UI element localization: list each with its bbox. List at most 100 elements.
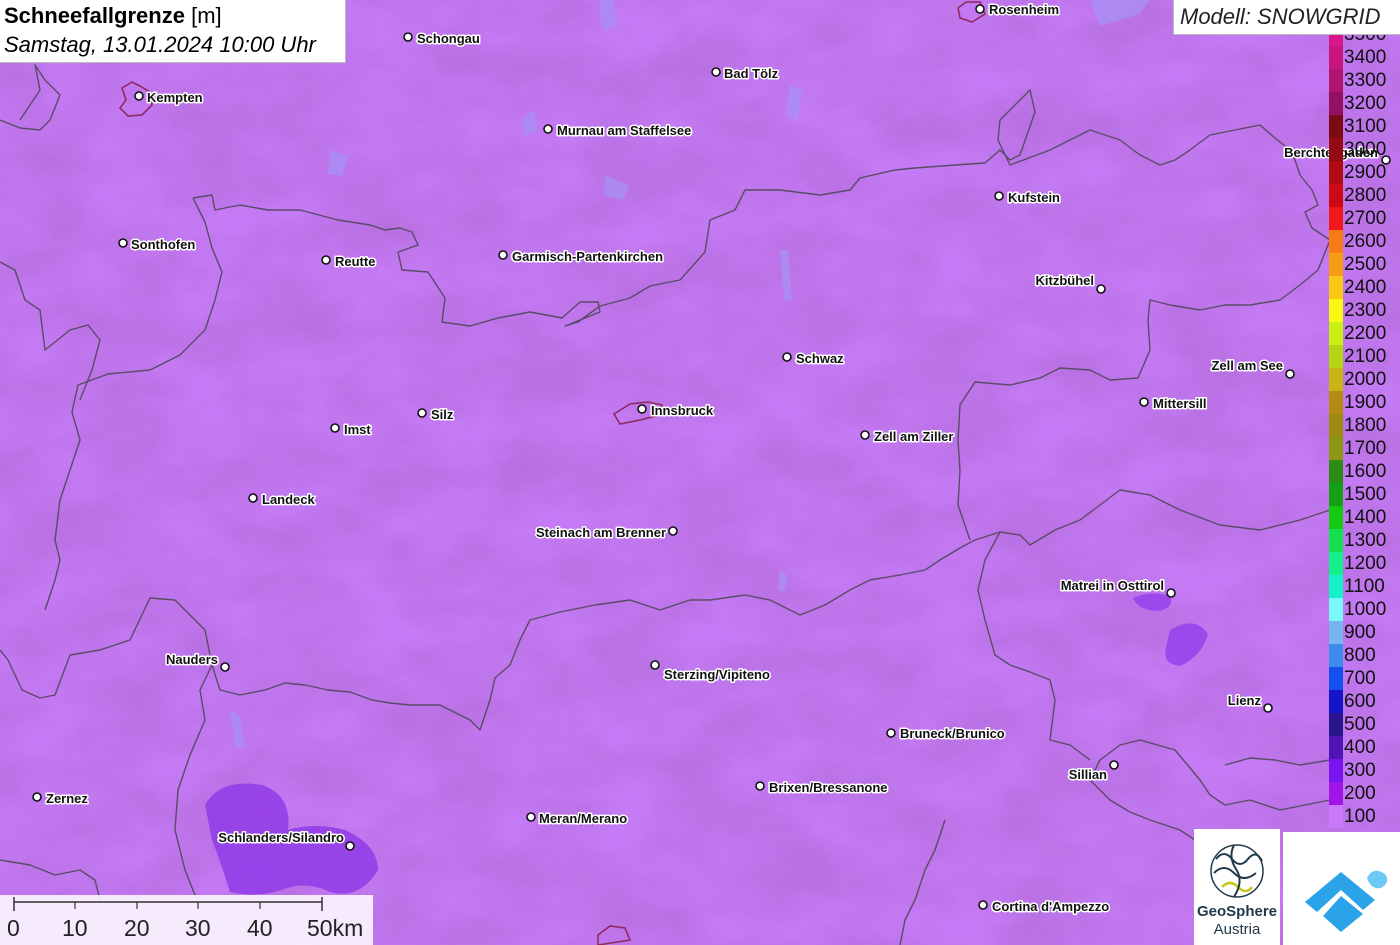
city-label: Lienz [1228, 693, 1262, 708]
legend-item: 2200 [1329, 322, 1400, 345]
legend-label: 2600 [1344, 231, 1387, 252]
legend-label: 2000 [1344, 369, 1387, 390]
scale-label: 20 [124, 915, 150, 941]
legend-swatch [1329, 276, 1343, 299]
legend-item: 2400 [1329, 276, 1400, 299]
legend-swatch [1329, 598, 1343, 621]
city-label: Schongau [417, 31, 480, 46]
city-dot [248, 493, 258, 503]
legend-label: 1000 [1344, 599, 1387, 620]
city-label: Zell am See [1211, 358, 1283, 373]
city-marker[interactable]: Steinach am Brenner [534, 524, 678, 542]
map-title-unit: [m] [191, 3, 222, 28]
legend-item: 3500 [1329, 35, 1400, 46]
city-label: Kufstein [1008, 190, 1060, 205]
legend-swatch [1329, 506, 1343, 529]
city-label: Schlanders/Silandro [218, 830, 344, 845]
city-dot [417, 408, 427, 418]
legend-item: 300 [1329, 759, 1400, 782]
city-label: Reutte [335, 254, 375, 269]
city-marker[interactable]: Brixen/Bressanone [755, 779, 889, 797]
legend-swatch [1329, 184, 1343, 207]
scale-label: 50km [307, 915, 364, 941]
legend-item: 2300 [1329, 299, 1400, 322]
legend-label: 2500 [1344, 254, 1387, 275]
legend-item: 1700 [1329, 437, 1400, 460]
city-dot [498, 250, 508, 260]
geosphere-logo-line2: Austria [1213, 921, 1261, 938]
geosphere-logo[interactable]: GeoSphere Austria [1194, 829, 1280, 945]
legend-swatch [1329, 667, 1343, 690]
legend-swatch [1329, 161, 1343, 184]
city-marker[interactable]: Bruneck/Brunico [886, 725, 1006, 743]
legend-label: 400 [1344, 737, 1376, 758]
city-marker[interactable]: Murnau am Staffelsee [543, 122, 693, 140]
geosphere-logo-line1: GeoSphere [1196, 903, 1278, 920]
city-label: Brixen/Bressanone [769, 780, 888, 795]
scale-label: 30 [185, 915, 211, 941]
scale-bar: 0 10 20 30 40 50km [0, 895, 373, 945]
city-dot [650, 660, 660, 670]
city-label: Rosenheim [989, 2, 1059, 17]
legend-swatch [1329, 345, 1343, 368]
legend-item: 1500 [1329, 483, 1400, 506]
legend-swatch [1329, 207, 1343, 230]
city-dot [32, 792, 42, 802]
city-label: Bruneck/Brunico [900, 726, 1005, 741]
legend-item: 500 [1329, 713, 1400, 736]
legend-item: 2600 [1329, 230, 1400, 253]
legend-item: 1900 [1329, 391, 1400, 414]
legend-swatch [1329, 460, 1343, 483]
city-label: Murnau am Staffelsee [557, 123, 691, 138]
legend-item: 2000 [1329, 368, 1400, 391]
city-dot [782, 352, 792, 362]
scale-bar-lines [13, 897, 323, 911]
city-marker[interactable]: Rosenheim [975, 1, 1061, 19]
city-marker[interactable]: Zell am Ziller [860, 428, 955, 446]
legend-item: 1400 [1329, 506, 1400, 529]
city-marker[interactable]: Cortina d'Ampezzo [978, 898, 1111, 916]
legend-swatch [1329, 759, 1343, 782]
city-label: Schwaz [796, 351, 844, 366]
legend-item: 3300 [1329, 69, 1400, 92]
legend-item: 2100 [1329, 345, 1400, 368]
app-logo-icon [1305, 870, 1388, 932]
city-label: Kempten [147, 90, 203, 105]
legend-label: 1900 [1344, 392, 1387, 413]
legend-label: 3500 [1344, 35, 1386, 45]
snowfall-limit-map[interactable]: Rosenheim Schongau Kempten Bad Tölz Murnau a… [0, 0, 1400, 945]
legend-label: 3400 [1344, 47, 1387, 68]
model-label: Modell: SNOWGRID [1180, 4, 1381, 29]
city-marker[interactable]: Meran/Merano [526, 810, 629, 828]
city-dot [668, 526, 678, 536]
city-dot [134, 91, 144, 101]
city-dot [1096, 284, 1106, 294]
legend-item: 700 [1329, 667, 1400, 690]
legend-label: 2700 [1344, 208, 1387, 229]
legend-swatch [1329, 138, 1343, 161]
legend-label: 3300 [1344, 70, 1387, 91]
legend-label: 2400 [1344, 277, 1387, 298]
legend-swatch [1329, 368, 1343, 391]
legend-item: 200 [1329, 782, 1400, 805]
city-label: Sonthofen [131, 237, 195, 252]
legend-swatch [1329, 414, 1343, 437]
city-label: Steinach am Brenner [536, 525, 666, 540]
city-label: Landeck [262, 492, 316, 507]
legend-swatch [1329, 115, 1343, 138]
legend-item: 3400 [1329, 46, 1400, 69]
city-marker[interactable]: Garmisch-Partenkirchen [498, 248, 665, 266]
legend-swatch [1329, 736, 1343, 759]
legend-item: 2500 [1329, 253, 1400, 276]
city-dot [321, 255, 331, 265]
legend-label: 2100 [1344, 346, 1387, 367]
legend-swatch [1329, 575, 1343, 598]
city-marker[interactable]: Sonthofen [118, 236, 197, 254]
legend-swatch [1329, 621, 1343, 644]
app-logo[interactable] [1283, 832, 1400, 945]
legend-label: 2900 [1344, 162, 1387, 183]
legend-label: 2300 [1344, 300, 1387, 321]
legend-label: 100 [1344, 806, 1376, 827]
legend-swatch [1329, 391, 1343, 414]
city-dot [543, 124, 553, 134]
